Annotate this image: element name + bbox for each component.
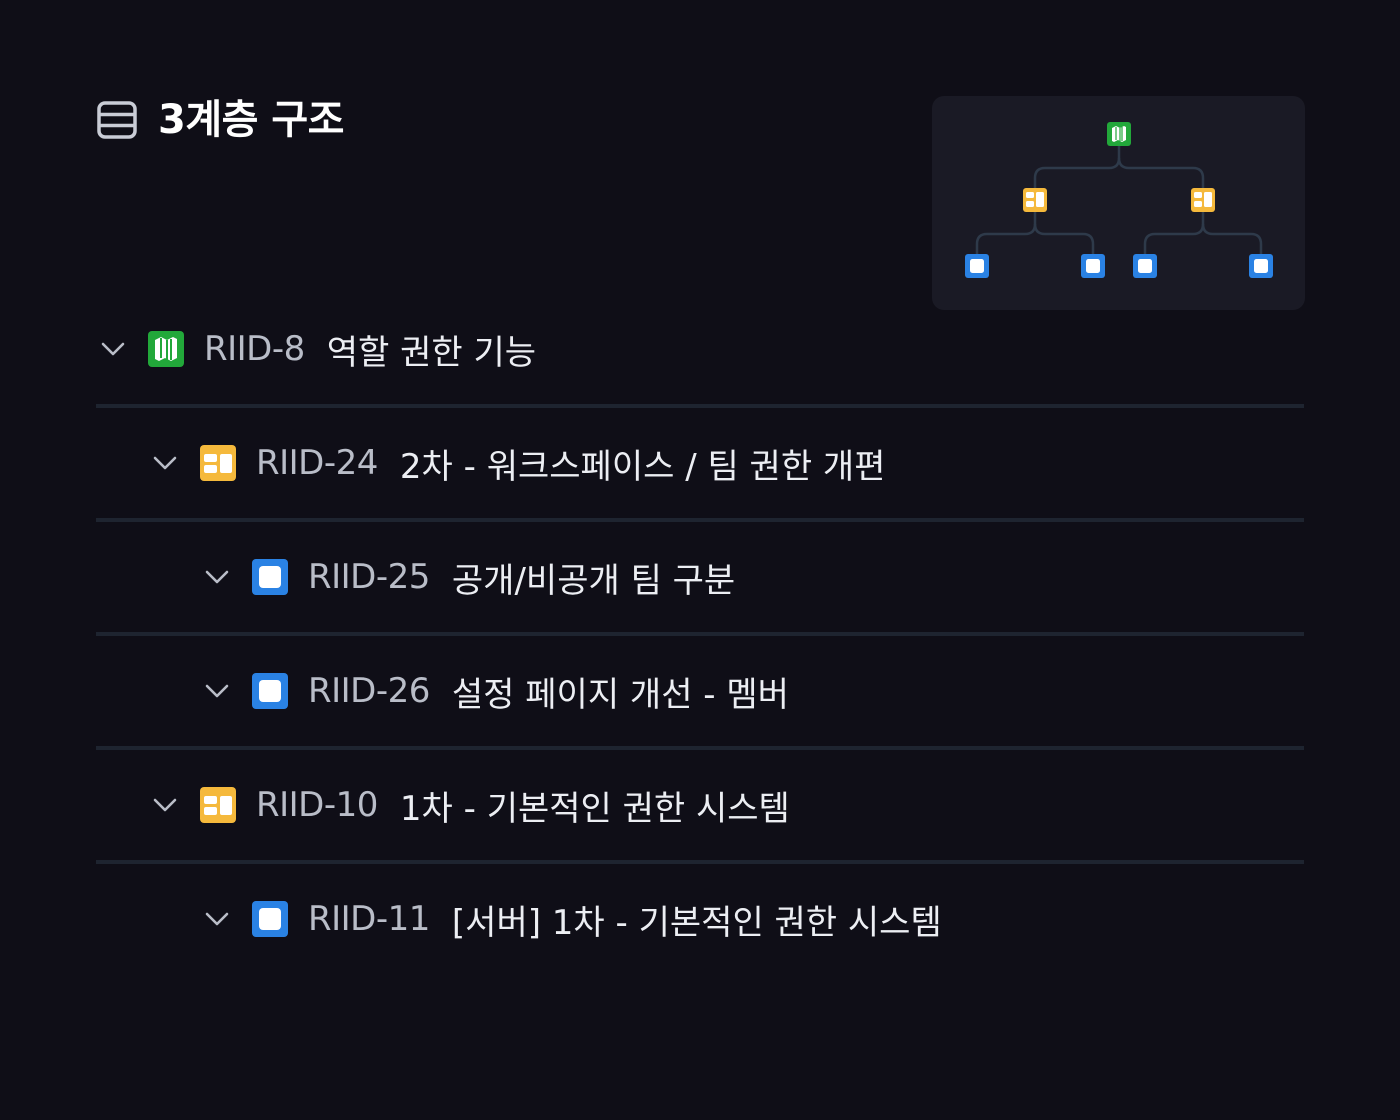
- issue-key[interactable]: RIID-8: [204, 329, 305, 369]
- hierarchy-diagram: [965, 122, 1273, 278]
- chevron-down-icon[interactable]: [202, 904, 232, 934]
- issue-title[interactable]: 공개/비공개 팀 구분: [452, 553, 735, 602]
- issue-title[interactable]: [서버] 1차 - 기본적인 권한 시스템: [452, 895, 942, 944]
- minimap-story-icon: [1023, 188, 1047, 212]
- story-icon: [200, 445, 236, 481]
- hierarchy-minimap: [932, 96, 1305, 310]
- issue-title[interactable]: 2차 - 워크스페이스 / 팀 권한 개편: [400, 439, 886, 488]
- hierarchy-connectors: [975, 146, 1263, 254]
- minimap-epic-icon: [1107, 122, 1131, 146]
- minimap-task-icon: [1081, 254, 1105, 278]
- chevron-down-icon[interactable]: [98, 334, 128, 364]
- epic-map-icon: [148, 331, 184, 367]
- task-icon: [252, 559, 288, 595]
- list-icon: [97, 101, 137, 139]
- minimap-task-icon: [1133, 254, 1157, 278]
- header: 3계층 구조: [96, 96, 344, 144]
- minimap-story-icon: [1191, 188, 1215, 212]
- issue-key[interactable]: RIID-25: [308, 557, 430, 597]
- chevron-down-icon[interactable]: [150, 790, 180, 820]
- tree-row-task[interactable]: RIID-25 공개/비공개 팀 구분: [96, 522, 1304, 636]
- chevron-down-icon[interactable]: [202, 676, 232, 706]
- minimap-task-icon: [965, 254, 989, 278]
- tree-row-story[interactable]: RIID-24 2차 - 워크스페이스 / 팀 권한 개편: [96, 408, 1304, 522]
- issue-key[interactable]: RIID-11: [308, 899, 430, 939]
- tree-row-story[interactable]: RIID-10 1차 - 기본적인 권한 시스템: [96, 750, 1304, 864]
- tree-row-epic[interactable]: RIID-8 역할 권한 기능: [96, 294, 1304, 408]
- issue-key[interactable]: RIID-24: [256, 443, 378, 483]
- story-icon: [200, 787, 236, 823]
- issue-key[interactable]: RIID-10: [256, 785, 378, 825]
- issue-title[interactable]: 역할 권한 기능: [327, 325, 536, 374]
- task-icon: [252, 673, 288, 709]
- chevron-down-icon[interactable]: [202, 562, 232, 592]
- task-icon: [252, 901, 288, 937]
- tree-row-task[interactable]: RIID-26 설정 페이지 개선 - 멤버: [96, 636, 1304, 750]
- page-title: 3계층 구조: [158, 97, 344, 143]
- issue-title[interactable]: 1차 - 기본적인 권한 시스템: [400, 781, 790, 830]
- tree-row-task[interactable]: RIID-11 [서버] 1차 - 기본적인 권한 시스템: [96, 864, 1304, 974]
- issue-tree: RIID-8 역할 권한 기능 RIID-24 2차 - 워크스페이스 / 팀 …: [96, 294, 1304, 974]
- issue-title[interactable]: 설정 페이지 개선 - 멤버: [452, 667, 789, 716]
- chevron-down-icon[interactable]: [150, 448, 180, 478]
- minimap-task-icon: [1249, 254, 1273, 278]
- issue-key[interactable]: RIID-26: [308, 671, 430, 711]
